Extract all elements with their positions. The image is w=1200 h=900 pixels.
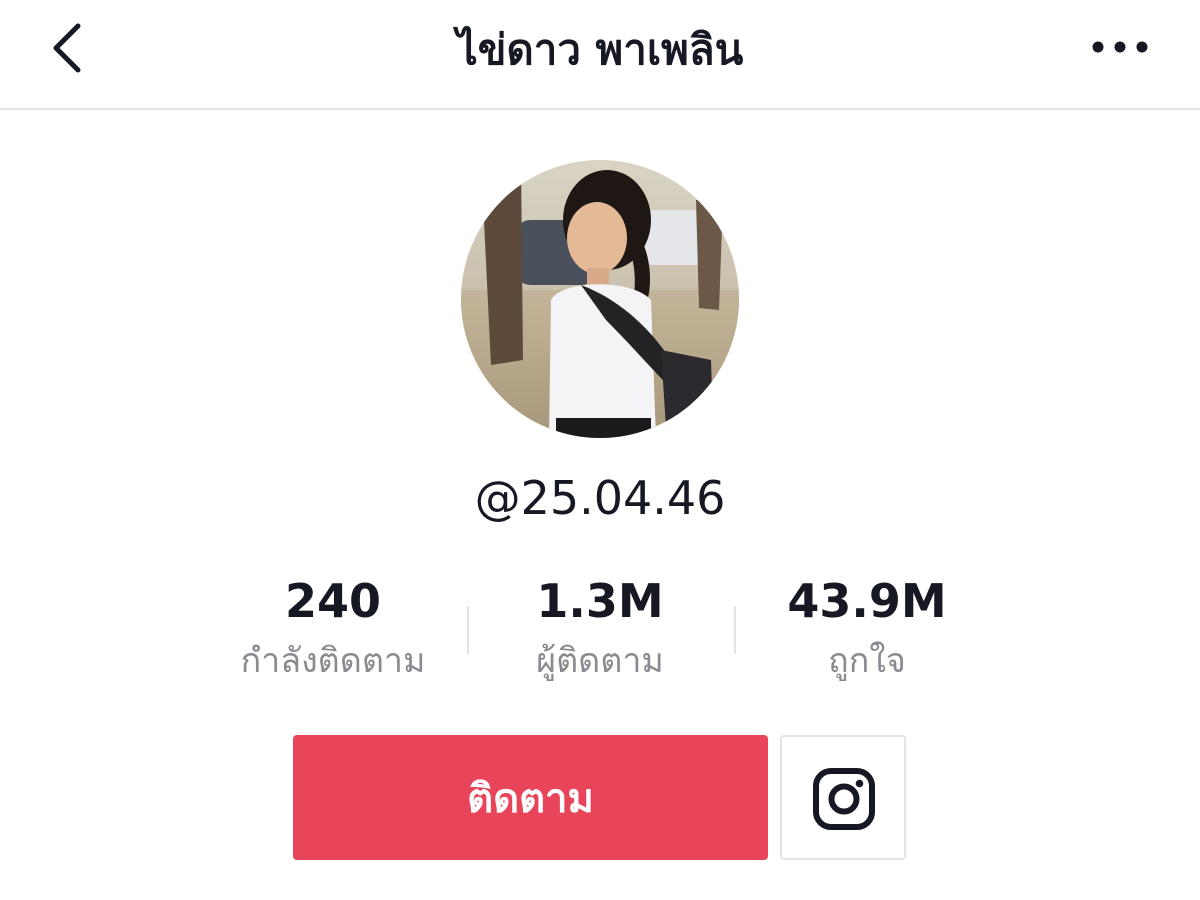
stats-row: 240 กำลังติดตาม 1.3M ผู้ติดตาม 43.9M ถูก…: [200, 570, 1000, 700]
following-label: กำลังติดตาม: [240, 641, 426, 681]
profile-photo: [461, 160, 739, 438]
likes-label: ถูกใจ: [828, 641, 906, 681]
page-title: ไข่ดาว พาเพลิน: [456, 25, 744, 74]
instagram-button[interactable]: [780, 735, 906, 860]
likes-count: 43.9M: [787, 574, 947, 628]
instagram-icon: [813, 768, 875, 830]
back-button[interactable]: [40, 18, 100, 78]
followers-label: ผู้ติดตาม: [536, 641, 664, 681]
more-horizontal-icon: [1092, 41, 1148, 53]
follow-button[interactable]: ติดตาม: [293, 735, 768, 860]
following-count: 240: [284, 574, 382, 628]
stat-following[interactable]: 240 กำลังติดตาม: [200, 570, 466, 686]
chevron-left-icon: [53, 23, 81, 73]
followers-count: 1.3M: [536, 574, 664, 628]
more-options-button[interactable]: [1090, 24, 1150, 70]
username: @25.04.46: [474, 471, 726, 525]
stat-likes[interactable]: 43.9M ถูกใจ: [734, 570, 1000, 686]
avatar[interactable]: [461, 160, 739, 438]
stat-followers[interactable]: 1.3M ผู้ติดตาม: [467, 570, 733, 686]
top-nav-bar: ไข่ดาว พาเพลิน: [0, 0, 1200, 110]
